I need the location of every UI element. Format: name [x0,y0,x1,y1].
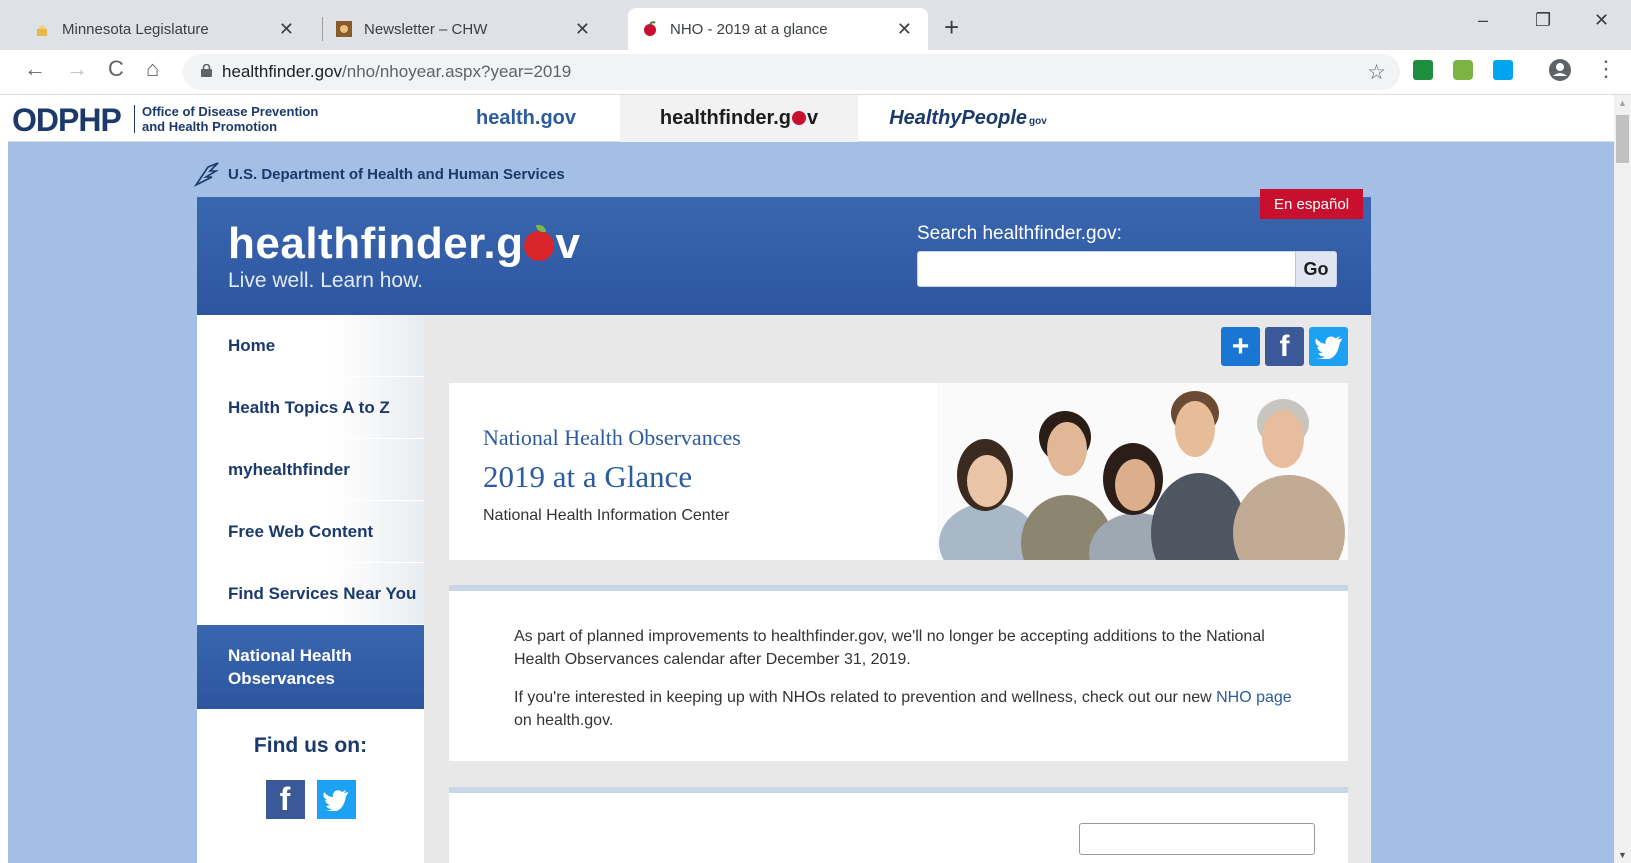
sidebar-item-free-web-content[interactable]: Free Web Content [197,501,424,563]
search-go-button[interactable]: Go [1295,252,1336,287]
notice-paragraph-1: As part of planned improvements to healt… [514,628,1265,668]
hhs-link[interactable]: U.S. Department of Health and Human Serv… [193,161,565,188]
extension-windows-icon[interactable] [1493,60,1513,80]
apple-icon [792,111,806,125]
search-input[interactable] [917,251,1337,287]
logo-divider [134,105,135,133]
month-select[interactable] [1079,823,1315,855]
odphp-subtitle: Office of Disease Prevention and Health … [142,104,318,134]
share-twitter-icon[interactable] [1309,327,1348,366]
browser-toolbar: ← → C ⌂ healthfinder.gov/nho/nhoyear.asp… [0,50,1631,95]
facebook-icon[interactable]: f [265,780,305,819]
twitter-icon[interactable] [316,780,356,819]
profile-icon[interactable] [1548,58,1572,88]
share-facebook-icon[interactable]: f [1265,327,1304,366]
sidebar-item-national-health-observances[interactable]: National Health Observances [197,625,424,710]
tab-title: Newsletter – CHW [364,20,488,38]
new-tab-button[interactable]: + [944,12,959,43]
share-plus-icon[interactable]: + [1221,327,1260,366]
sidebar-item-myhealthfinder[interactable]: myhealthfinder [197,439,424,501]
browser-tab-active[interactable]: NHO - 2019 at a glance ✕ [628,8,928,50]
search-label: Search healthfinder.gov: [917,223,1122,244]
hhs-eagle-icon [193,161,220,188]
url-path: /nho/nhoyear.aspx?year=2019 [342,62,572,81]
site-header: healthfinder.g v Live well. Learn how. Se… [197,189,1371,315]
find-us-heading: Find us on: [253,734,368,757]
browser-tab[interactable]: Newsletter – CHW ✕ [322,8,606,50]
scrollbar-thumb[interactable] [1616,115,1629,163]
web-page: ODPHP Office of Disease Prevention and H… [8,95,1614,863]
address-bar[interactable]: healthfinder.gov/nho/nhoyear.aspx?year=2… [183,54,1400,90]
scroll-down-arrow-icon[interactable]: ▼ [1618,850,1627,860]
minimize-button[interactable]: – [1478,10,1488,31]
restore-button[interactable]: ❐ [1535,10,1551,31]
espanol-link[interactable]: En español [1260,189,1363,219]
notice-paragraph-2: If you're interested in keeping up with … [514,686,1304,732]
apple-favicon-icon [642,21,658,37]
tab-title: Minnesota Legislature [62,20,209,38]
healthfinder-logo[interactable]: healthfinder.g v [228,219,580,269]
brand-text: healthfinder.g [228,219,524,268]
next-section-card [449,787,1348,863]
browser-tab-strip: Minnesota Legislature ✕ Newsletter – CHW… [0,0,1631,50]
brand-suffix: v [555,219,581,268]
tab-title: NHO - 2019 at a glance [670,20,828,38]
reload-button[interactable]: C [108,56,124,82]
odphp-subtitle-line2: and Health Promotion [142,119,278,134]
hhs-label: U.S. Department of Health and Human Serv… [228,165,565,183]
tab-health-gov[interactable]: health.gov [438,95,614,141]
lock-icon [201,63,212,80]
odphp-top-bar: ODPHP Office of Disease Prevention and H… [8,95,1614,142]
back-button[interactable]: ← [24,56,46,82]
apple-icon [524,225,555,261]
sidebar-nav: Home Health Topics A to Z myhealthfinder… [197,315,424,863]
tab-healthfinder-suffix: v [807,106,819,129]
share-buttons: + f [1221,327,1348,366]
notice-text-end: on health.gov. [514,712,614,729]
tab-healthypeople-suffix: gov [1029,115,1047,127]
hero-subtitle: National Health Information Center [483,507,730,524]
scroll-up-arrow-icon[interactable]: ▲ [1618,98,1627,108]
odphp-subtitle-line1: Office of Disease Prevention [142,104,319,119]
home-button[interactable]: ⌂ [146,56,159,82]
extension-print-icon[interactable] [1453,60,1473,80]
main-content: + f National Health Observances 2019 at … [424,315,1371,863]
tab-healthfinder[interactable]: healthfinder.g v [620,95,858,142]
url-host: healthfinder.gov [222,62,343,81]
close-tab-icon[interactable]: ✕ [279,19,294,40]
social-links: f [197,780,424,819]
sidebar-item-health-topics[interactable]: Health Topics A to Z [197,377,424,439]
window-close-button[interactable]: ✕ [1594,10,1609,31]
bookmark-star-icon[interactable]: ☆ [1367,60,1386,85]
url-text: healthfinder.gov/nho/nhoyear.aspx?year=2… [222,62,571,82]
people-group-image [937,383,1348,560]
sidebar-item-home[interactable]: Home [197,315,424,377]
browser-menu-icon[interactable]: ⋮ [1595,56,1617,82]
notice-card: As part of planned improvements to healt… [449,585,1348,761]
hero-kicker: National Health Observances [483,425,741,450]
tab-healthypeople[interactable]: HealthyPeople gov [858,95,1078,141]
newsletter-favicon-icon [336,21,352,37]
close-tab-icon[interactable]: ✕ [575,19,590,40]
sidebar-item-find-services[interactable]: Find Services Near You [197,563,424,625]
capitol-favicon-icon [34,21,50,37]
hero-banner: National Health Observances 2019 at a Gl… [449,383,1348,560]
close-tab-icon[interactable]: ✕ [897,19,912,40]
notice-text: If you're interested in keeping up with … [514,689,1217,706]
odphp-logo[interactable]: ODPHP [12,102,122,139]
tab-healthypeople-text: HealthyPeople [889,106,1028,129]
tab-healthfinder-text: healthfinder.g [659,106,791,129]
nho-page-link[interactable]: NHO page [1216,689,1292,706]
page-title: 2019 at a Glance [483,459,693,494]
browser-tab[interactable]: Minnesota Legislature ✕ [20,8,310,50]
tagline: Live well. Learn how. [228,269,423,292]
extension-sheets-icon[interactable] [1413,60,1433,80]
forward-button[interactable]: → [66,56,88,82]
page-scrollbar[interactable]: ▲ ▼ [1614,95,1631,863]
